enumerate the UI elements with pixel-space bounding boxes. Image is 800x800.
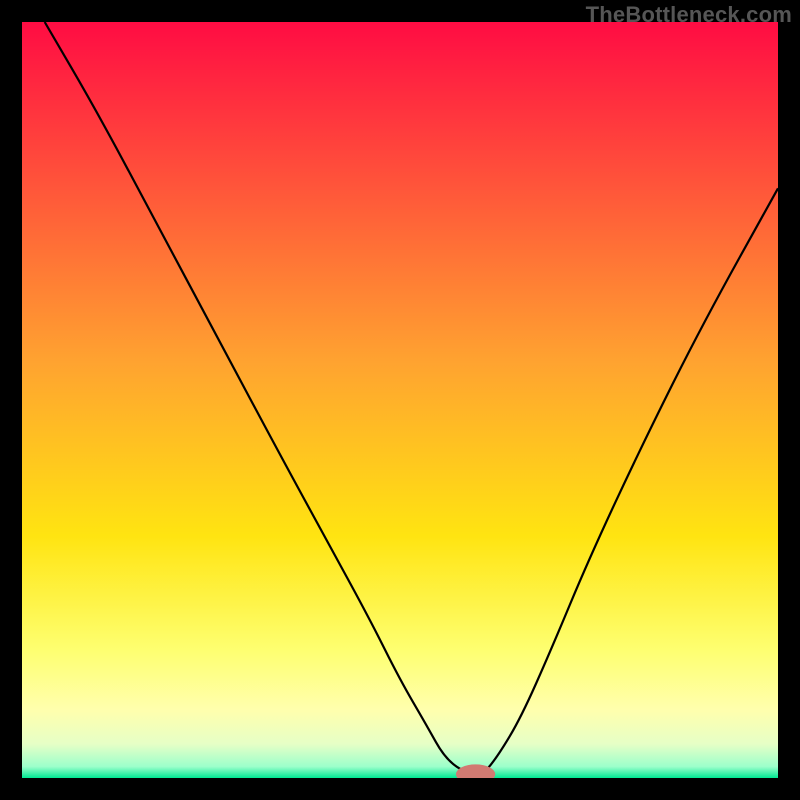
chart-stage: TheBottleneck.com xyxy=(0,0,800,800)
plot-frame xyxy=(22,22,778,778)
plot-area xyxy=(22,22,778,778)
chart-svg xyxy=(22,22,778,778)
watermark-text: TheBottleneck.com xyxy=(586,2,792,28)
